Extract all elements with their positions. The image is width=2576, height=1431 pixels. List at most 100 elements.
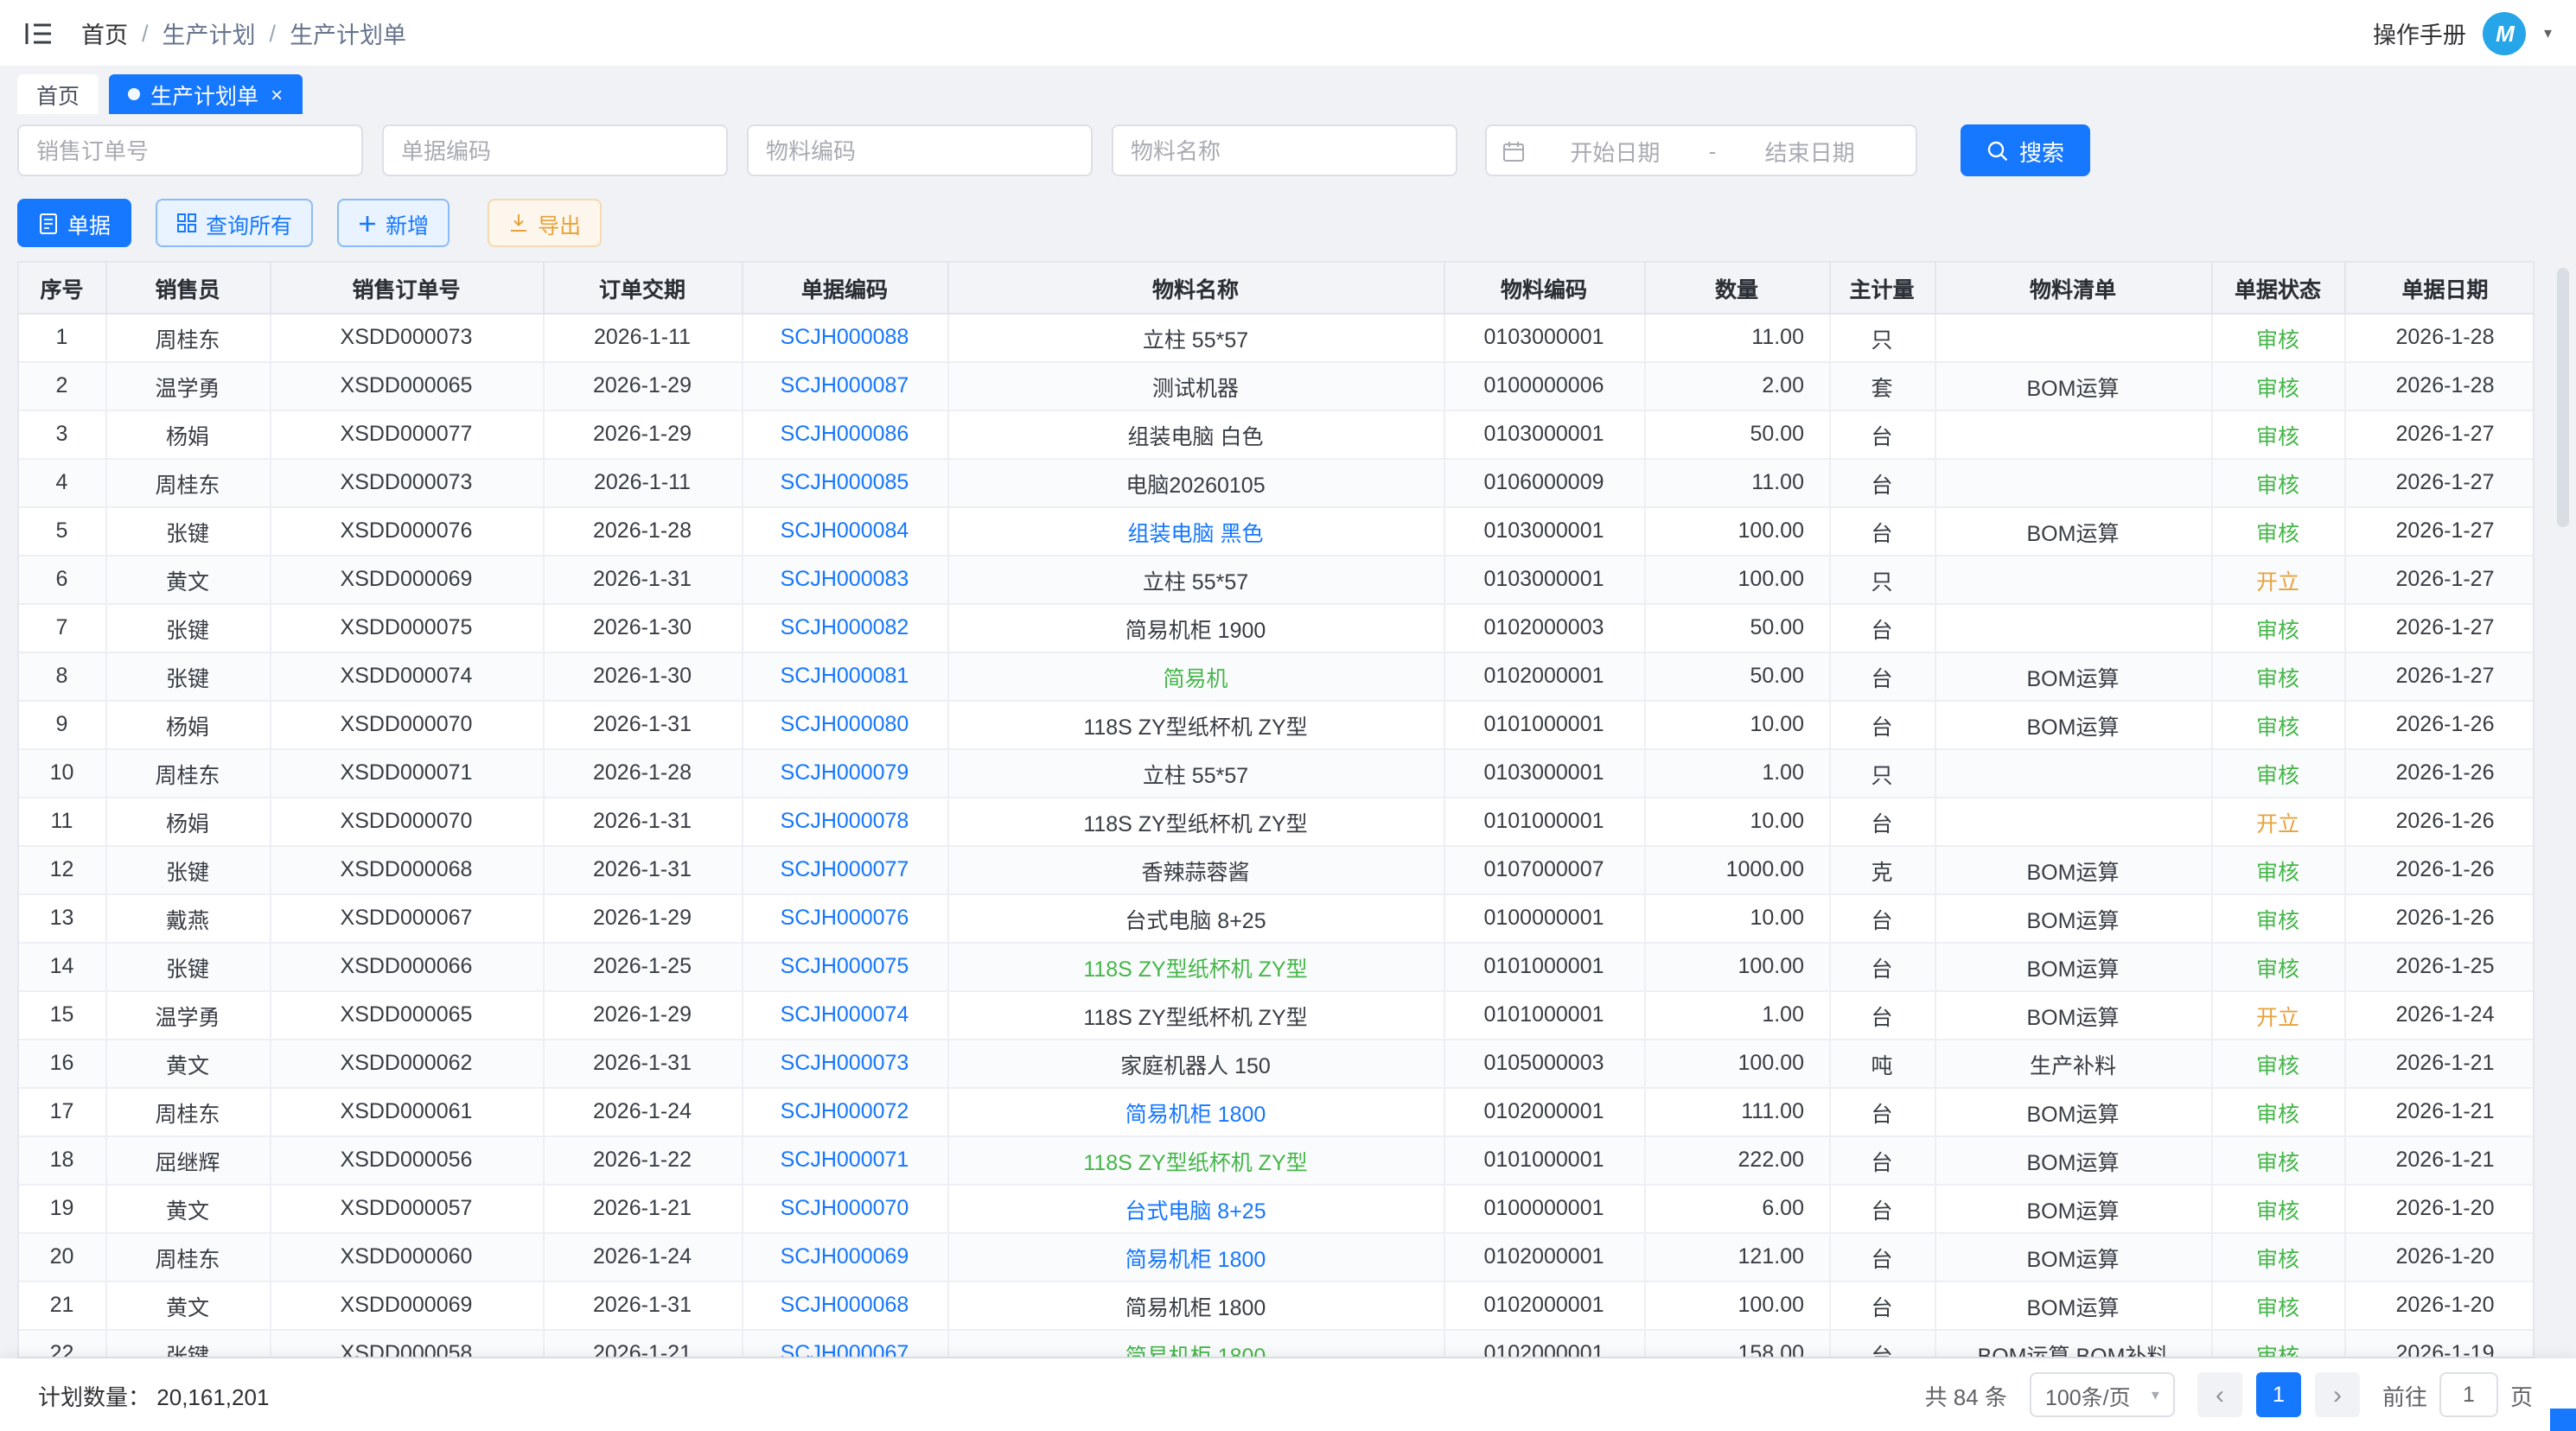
vertical-scrollbar-thumb[interactable]: [2557, 268, 2569, 527]
table-row[interactable]: 11 杨娟 XSDD000070 2026-1-31 SCJH000078 11…: [19, 797, 2535, 845]
cell-doc-code-link[interactable]: SCJH000084: [742, 506, 947, 555]
cell-sales-order: XSDD000070: [270, 797, 543, 845]
cell-doc-code-link[interactable]: SCJH000080: [742, 700, 947, 748]
cell-due-date: 2026-1-30: [543, 603, 742, 652]
table-row[interactable]: 8 张键 XSDD000074 2026-1-30 SCJH000081 简易机…: [19, 652, 2535, 700]
cell-material-name: 测试机器: [947, 361, 1444, 410]
table-row[interactable]: 2 温学勇 XSDD000065 2026-1-29 SCJH000087 测试…: [19, 361, 2535, 410]
goto-page: 前往 页: [2382, 1372, 2533, 1417]
toolbar: 单据 查询所有 新增: [17, 199, 2559, 247]
cell-doc-code-link[interactable]: SCJH000072: [742, 1087, 947, 1135]
table-row[interactable]: 14 张键 XSDD000066 2026-1-25 SCJH000075 11…: [19, 942, 2535, 990]
cell-material-code: 0101000001: [1444, 1135, 1644, 1184]
table-row[interactable]: 18 屈继辉 XSDD000056 2026-1-22 SCJH000071 1…: [19, 1135, 2535, 1184]
cell-doc-code-link[interactable]: SCJH000078: [742, 797, 947, 845]
table-row[interactable]: 17 周桂东 XSDD000061 2026-1-24 SCJH000072 简…: [19, 1087, 2535, 1135]
cell-doc-code-link[interactable]: SCJH000087: [742, 361, 947, 410]
table-row[interactable]: 13 戴燕 XSDD000067 2026-1-29 SCJH000076 台式…: [19, 894, 2535, 942]
cell-doc-code-link[interactable]: SCJH000073: [742, 1039, 947, 1087]
prev-page-button[interactable]: ‹: [2197, 1372, 2242, 1417]
export-button[interactable]: 导出: [488, 199, 602, 247]
tab-production-plan-order[interactable]: 生产计划单 ×: [109, 74, 302, 114]
query-all-button[interactable]: 查询所有: [156, 199, 313, 247]
cell-material-code: 0102000001: [1444, 1281, 1644, 1329]
app-logo[interactable]: M: [2484, 11, 2527, 54]
goto-page-input[interactable]: [2439, 1372, 2498, 1417]
cell-doc-code-link[interactable]: SCJH000077: [742, 845, 947, 894]
table-row[interactable]: 3 杨娟 XSDD000077 2026-1-29 SCJH000086 组装电…: [19, 410, 2535, 458]
manual-link[interactable]: 操作手册: [2373, 16, 2466, 50]
cell-doc-code-link[interactable]: SCJH000085: [742, 458, 947, 506]
page-size-select[interactable]: 100条/页 ▾: [2030, 1372, 2175, 1417]
table-row[interactable]: 21 黄文 XSDD000069 2026-1-31 SCJH000068 简易…: [19, 1281, 2535, 1329]
col-doc-date: 单据日期: [2344, 263, 2535, 313]
cell-bom: BOM运算,BOM补料: [1935, 1329, 2211, 1358]
cell-bom: BOM运算: [1935, 894, 2211, 942]
table-row[interactable]: 7 张键 XSDD000075 2026-1-30 SCJH000082 简易机…: [19, 603, 2535, 652]
app-root: 首页 / 生产计划 / 生产计划单 操作手册 M ▾ 首页 生产计划单 ×: [0, 0, 2576, 1431]
cell-due-date: 2026-1-30: [543, 652, 742, 700]
end-date-placeholder[interactable]: 结束日期: [1719, 134, 1900, 167]
table-row[interactable]: 22 张键 XSDD000058 2026-1-21 SCJH000067 简易…: [19, 1329, 2535, 1358]
search-button[interactable]: 搜索: [1961, 124, 2090, 176]
current-page-button[interactable]: 1: [2256, 1372, 2301, 1417]
table-row[interactable]: 10 周桂东 XSDD000071 2026-1-28 SCJH000079 立…: [19, 748, 2535, 797]
table-row[interactable]: 1 周桂东 XSDD000073 2026-1-11 SCJH000088 立柱…: [19, 313, 2535, 361]
breadcrumb-item-home[interactable]: 首页: [81, 16, 128, 50]
table-row[interactable]: 20 周桂东 XSDD000060 2026-1-24 SCJH000069 简…: [19, 1232, 2535, 1281]
cell-doc-code-link[interactable]: SCJH000071: [742, 1135, 947, 1184]
cell-material-name: 电脑20260105: [947, 458, 1444, 506]
table-row[interactable]: 12 张键 XSDD000068 2026-1-31 SCJH000077 香辣…: [19, 845, 2535, 894]
material-code-input[interactable]: [747, 124, 1093, 176]
cell-doc-date: 2026-1-28: [2344, 361, 2535, 410]
sales-order-input[interactable]: [17, 124, 363, 176]
cell-material-code: 0100000001: [1444, 894, 1644, 942]
cell-sales-order: XSDD000070: [270, 700, 543, 748]
menu-fold-icon[interactable]: [24, 20, 54, 46]
add-button[interactable]: 新增: [337, 199, 450, 247]
cell-due-date: 2026-1-22: [543, 1135, 742, 1184]
next-page-button[interactable]: ›: [2315, 1372, 2360, 1417]
goto-label: 前往: [2382, 1378, 2427, 1411]
cell-quantity: 10.00: [1644, 894, 1829, 942]
table-row[interactable]: 9 杨娟 XSDD000070 2026-1-31 SCJH000080 118…: [19, 700, 2535, 748]
cell-doc-code-link[interactable]: SCJH000083: [742, 555, 947, 603]
date-separator: -: [1706, 137, 1720, 163]
cell-bom: BOM运算: [1935, 990, 2211, 1039]
cell-due-date: 2026-1-11: [543, 458, 742, 506]
cell-doc-code-link[interactable]: SCJH000088: [742, 313, 947, 361]
cell-sales-order: XSDD000069: [270, 1281, 543, 1329]
cell-doc-code-link[interactable]: SCJH000067: [742, 1329, 947, 1358]
material-name-input[interactable]: [1112, 124, 1457, 176]
cell-doc-code-link[interactable]: SCJH000070: [742, 1184, 947, 1232]
doc-code-input[interactable]: [382, 124, 728, 176]
tab-close-icon[interactable]: ×: [271, 84, 283, 105]
document-button[interactable]: 单据: [17, 199, 131, 247]
table-row[interactable]: 15 温学勇 XSDD000065 2026-1-29 SCJH000074 1…: [19, 990, 2535, 1039]
table-row[interactable]: 16 黄文 XSDD000062 2026-1-31 SCJH000073 家庭…: [19, 1039, 2535, 1087]
corner-widget[interactable]: [2550, 1409, 2576, 1431]
cell-doc-code-link[interactable]: SCJH000082: [742, 603, 947, 652]
cell-doc-code-link[interactable]: SCJH000075: [742, 942, 947, 990]
cell-doc-code-link[interactable]: SCJH000068: [742, 1281, 947, 1329]
cell-doc-code-link[interactable]: SCJH000086: [742, 410, 947, 458]
table-row[interactable]: 4 周桂东 XSDD000073 2026-1-11 SCJH000085 电脑…: [19, 458, 2535, 506]
tab-home[interactable]: 首页: [17, 74, 99, 114]
table-row[interactable]: 5 张键 XSDD000076 2026-1-28 SCJH000084 组装电…: [19, 506, 2535, 555]
cell-doc-code-link[interactable]: SCJH000081: [742, 652, 947, 700]
cell-doc-code-link[interactable]: SCJH000074: [742, 990, 947, 1039]
cell-due-date: 2026-1-29: [543, 361, 742, 410]
table-row[interactable]: 19 黄文 XSDD000057 2026-1-21 SCJH000070 台式…: [19, 1184, 2535, 1232]
breadcrumb-item-production-plan[interactable]: 生产计划: [163, 16, 256, 50]
cell-doc-code-link[interactable]: SCJH000069: [742, 1232, 947, 1281]
cell-quantity: 50.00: [1644, 652, 1829, 700]
cell-doc-code-link[interactable]: SCJH000076: [742, 894, 947, 942]
date-range-picker[interactable]: 开始日期 - 结束日期: [1485, 124, 1917, 176]
col-unit: 主计量: [1829, 263, 1935, 313]
cell-doc-code-link[interactable]: SCJH000079: [742, 748, 947, 797]
start-date-placeholder[interactable]: 开始日期: [1525, 134, 1706, 167]
cell-quantity: 50.00: [1644, 603, 1829, 652]
table-row[interactable]: 6 黄文 XSDD000069 2026-1-31 SCJH000083 立柱 …: [19, 555, 2535, 603]
cell-doc-date: 2026-1-27: [2344, 506, 2535, 555]
user-menu-caret-icon[interactable]: ▾: [2544, 23, 2552, 42]
